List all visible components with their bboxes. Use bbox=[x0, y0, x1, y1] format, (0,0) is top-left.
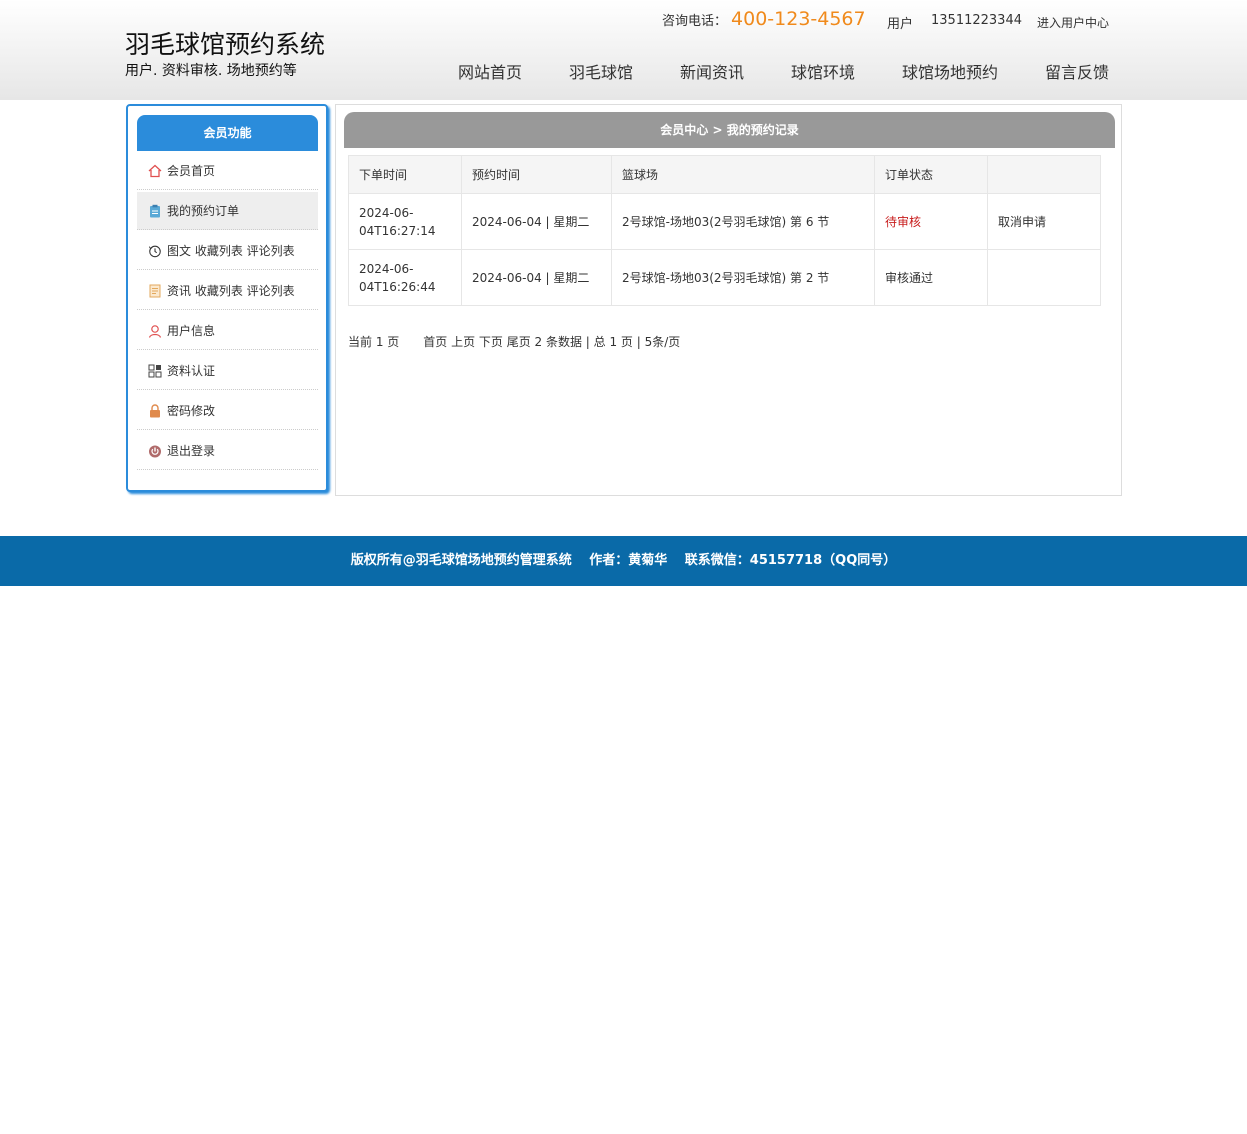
orders-table: 下单时间 预约时间 篮球场 订单状态 2024-06- 04T16:27:14 2… bbox=[348, 155, 1101, 306]
nav-home[interactable]: 网站首页 bbox=[458, 59, 522, 83]
nav-badminton-hall[interactable]: 羽毛球馆 bbox=[569, 59, 633, 83]
user-label: 用户 bbox=[887, 17, 914, 32]
user-icon bbox=[148, 324, 162, 338]
watermark: CSDN @黄菊华老师 bbox=[1057, 1097, 1241, 1121]
nav-feedback[interactable]: 留言反馈 bbox=[1045, 59, 1109, 83]
sidebar-item-label: 图文 收藏列表 评论列表 bbox=[167, 244, 295, 258]
sidebar-item-verification[interactable]: 资料认证 bbox=[137, 352, 318, 390]
sidebar-item-member-home[interactable]: 会员首页 bbox=[137, 152, 318, 190]
sidebar-item-user-info[interactable]: 用户信息 bbox=[137, 312, 318, 350]
sidebar-item-label: 密码修改 bbox=[167, 404, 216, 418]
user-phone[interactable]: 13511223344 bbox=[931, 13, 1022, 28]
member-sidebar: 会员功能 会员首页 我的预约订单 图文 收藏列表 评论列表 资讯 收藏列表 评论… bbox=[126, 104, 328, 492]
content-panel: 会员中心 > 我的预约记录 下单时间 预约时间 篮球场 订单状态 2024-06… bbox=[335, 104, 1122, 496]
table-header-row: 下单时间 预约时间 篮球场 订单状态 bbox=[348, 155, 1101, 194]
action-cell bbox=[987, 249, 1101, 306]
column-action bbox=[987, 155, 1101, 194]
order-time-cell: 2024-06- 04T16:27:14 bbox=[348, 193, 462, 250]
contact-phone: 400-123-4567 bbox=[731, 8, 866, 30]
table-row: 2024-06- 04T16:26:44 2024-06-04 | 星期二 2号球… bbox=[348, 249, 1101, 306]
contact-label: 咨询电话： bbox=[662, 14, 728, 29]
power-icon bbox=[148, 444, 162, 458]
column-court: 篮球场 bbox=[611, 155, 875, 194]
nav-court-booking[interactable]: 球馆场地预约 bbox=[902, 59, 998, 83]
nav-environment[interactable]: 球馆环境 bbox=[791, 59, 855, 83]
sidebar-item-label: 退出登录 bbox=[167, 444, 216, 458]
contact-info: 咨询电话： 400-123-4567 bbox=[662, 8, 866, 30]
footer: 版权所有@羽毛球馆场地预约管理系统 作者：黄菊华 联系微信：45157718（Q… bbox=[0, 536, 1247, 1121]
sidebar-item-logout[interactable]: 退出登录 bbox=[137, 432, 318, 470]
column-status: 订单状态 bbox=[874, 155, 988, 194]
sidebar-item-label: 用户信息 bbox=[167, 324, 216, 338]
court-cell: 2号球馆-场地03(2号羽毛球馆) 第 2 节 bbox=[611, 249, 875, 306]
book-time-cell: 2024-06-04 | 星期二 bbox=[461, 249, 612, 306]
table-row: 2024-06- 04T16:27:14 2024-06-04 | 星期二 2号球… bbox=[348, 193, 1101, 250]
user-center-link[interactable]: 进入用户中心 bbox=[1037, 14, 1109, 31]
sidebar-item-label: 会员首页 bbox=[167, 164, 216, 178]
lock-icon bbox=[148, 404, 162, 418]
order-time-cell: 2024-06- 04T16:26:44 bbox=[348, 249, 462, 306]
home-icon bbox=[148, 164, 162, 178]
sidebar-item-news-favorites[interactable]: 资讯 收藏列表 评论列表 bbox=[137, 272, 318, 310]
footer-copyright: 版权所有@羽毛球馆场地预约管理系统 作者：黄菊华 联系微信：45157718（Q… bbox=[350, 553, 897, 568]
column-book-time: 预约时间 bbox=[461, 155, 612, 194]
breadcrumb: 会员中心 > 我的预约记录 bbox=[344, 112, 1115, 148]
document-icon bbox=[148, 284, 162, 298]
grid-icon bbox=[148, 364, 162, 378]
sidebar-item-change-password[interactable]: 密码修改 bbox=[137, 392, 318, 430]
status-cell: 审核通过 bbox=[874, 249, 988, 306]
sidebar-item-my-orders[interactable]: 我的预约订单 bbox=[137, 192, 318, 230]
sidebar-item-label: 资讯 收藏列表 评论列表 bbox=[167, 284, 295, 298]
clipboard-icon bbox=[148, 204, 162, 218]
court-cell: 2号球馆-场地03(2号羽毛球馆) 第 6 节 bbox=[611, 193, 875, 250]
site-title: 羽毛球馆预约系统 bbox=[125, 30, 326, 59]
sidebar-item-label: 我的预约订单 bbox=[167, 204, 240, 218]
column-order-time: 下单时间 bbox=[348, 155, 462, 194]
history-icon bbox=[148, 244, 162, 258]
book-time-cell: 2024-06-04 | 星期二 bbox=[461, 193, 612, 250]
nav-news[interactable]: 新闻资讯 bbox=[680, 59, 744, 83]
sidebar-item-image-favorites[interactable]: 图文 收藏列表 评论列表 bbox=[137, 232, 318, 270]
cancel-request-link[interactable]: 取消申请 bbox=[987, 193, 1101, 250]
pagination[interactable]: 当前 1 页 首页 上页 下页 尾页 2 条数据 | 总 1 页 | 5条/页 bbox=[348, 333, 680, 350]
header: 羽毛球馆预约系统 用户. 资料审核. 场地预约等 咨询电话： 400-123-4… bbox=[0, 0, 1247, 100]
site-subtitle: 用户. 资料审核. 场地预约等 bbox=[125, 63, 297, 79]
sidebar-item-label: 资料认证 bbox=[167, 364, 216, 378]
status-cell: 待审核 bbox=[874, 193, 988, 250]
sidebar-title: 会员功能 bbox=[137, 115, 318, 151]
